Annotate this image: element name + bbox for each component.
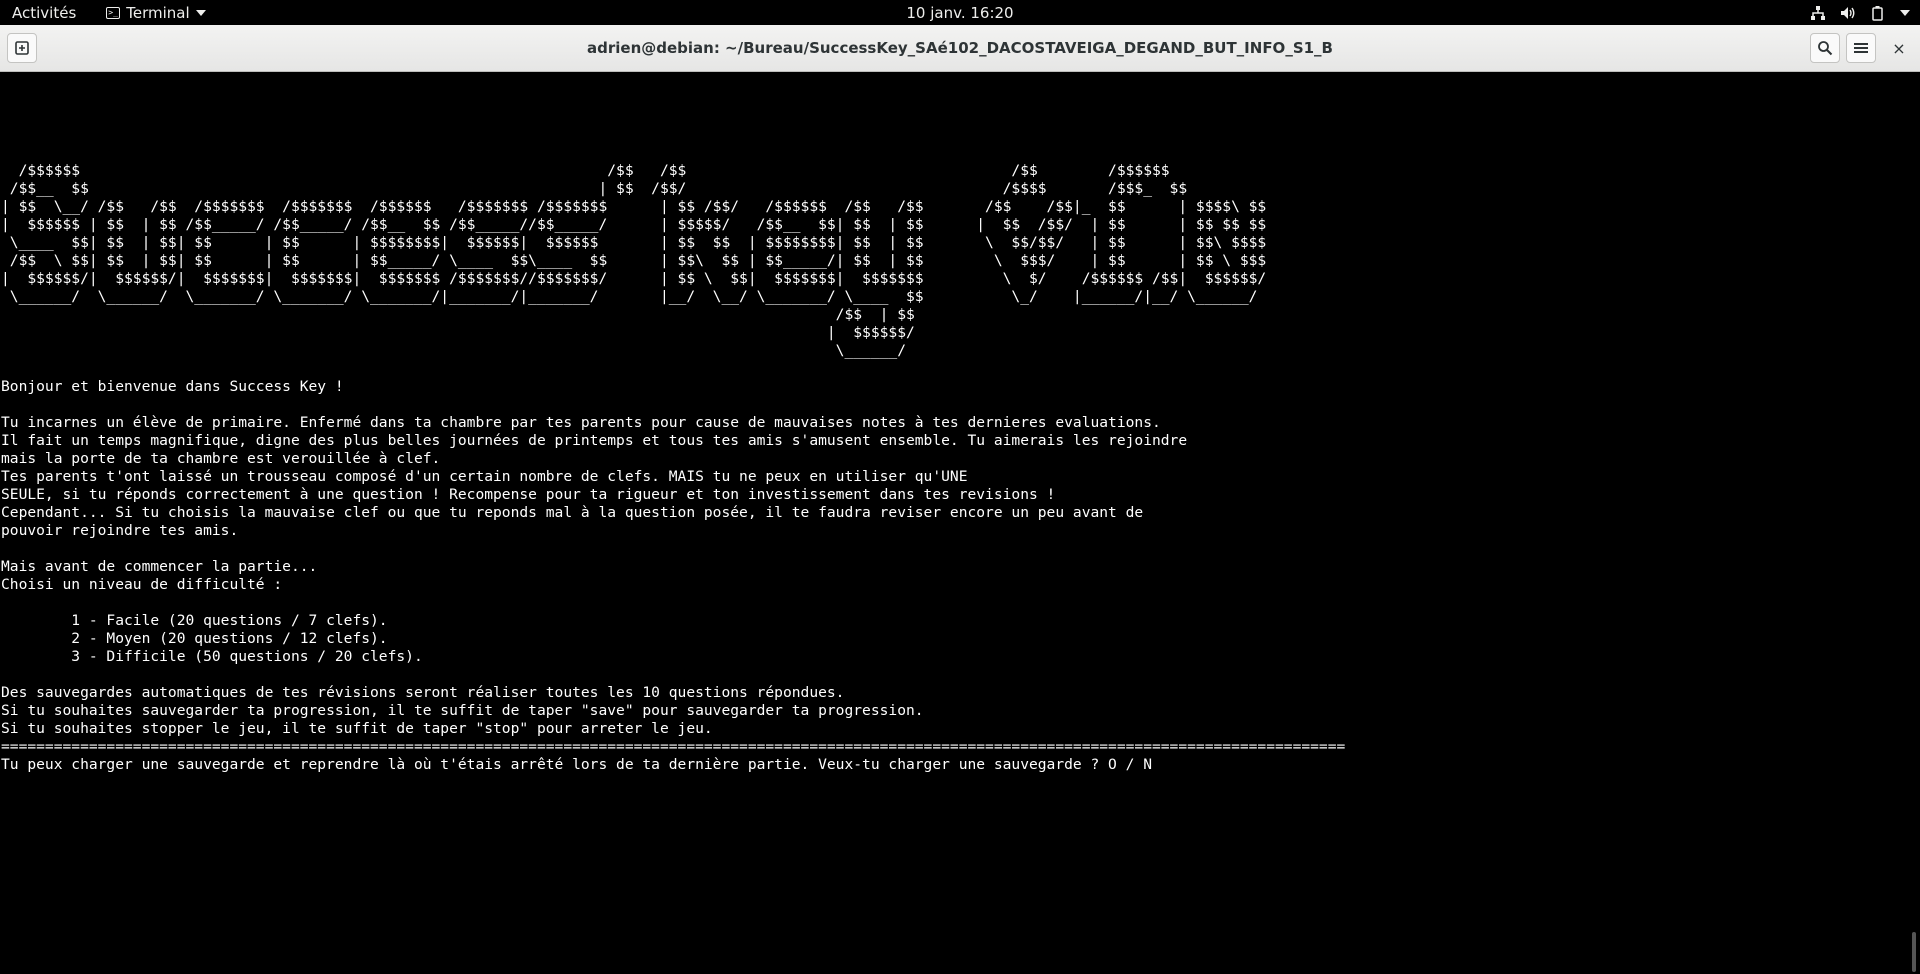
terminal-output: /$$$$$$ /$$ /$$ /$$ /$$$$$$ /$$__ $$ | $… [1,162,1346,773]
hamburger-menu-button[interactable] [1846,33,1876,63]
hamburger-icon [1854,43,1868,53]
gnome-top-bar: Activités >_ Terminal 10 janv. 16:20 [0,0,1920,25]
battery-icon [1870,5,1886,21]
search-icon [1818,41,1833,56]
chevron-down-icon [195,9,206,16]
clock[interactable]: 10 janv. 16:20 [906,4,1013,22]
app-menu-label: Terminal [126,3,190,22]
volume-icon [1840,5,1856,21]
terminal-titlebar: adrien@debian: ~/Bureau/SuccessKey_SAé10… [0,25,1920,72]
search-button[interactable] [1810,33,1840,63]
terminal-output-area[interactable]: /$$$$$$ /$$ /$$ /$$ /$$$$$$ /$$__ $$ | $… [0,72,1908,974]
scrollbar-thumb[interactable] [1912,932,1916,972]
system-menu-chevron-icon [1900,9,1910,16]
app-menu[interactable]: >_ Terminal [106,3,206,22]
window-title: adrien@debian: ~/Bureau/SuccessKey_SAé10… [587,39,1333,57]
close-button[interactable]: × [1884,33,1914,63]
network-icon [1810,5,1826,21]
terminal-app-icon: >_ [106,6,121,19]
activities-button[interactable]: Activités [12,4,76,22]
close-icon: × [1892,38,1906,58]
terminal-scrollbar[interactable] [1908,72,1920,974]
system-tray[interactable] [1810,0,1910,25]
